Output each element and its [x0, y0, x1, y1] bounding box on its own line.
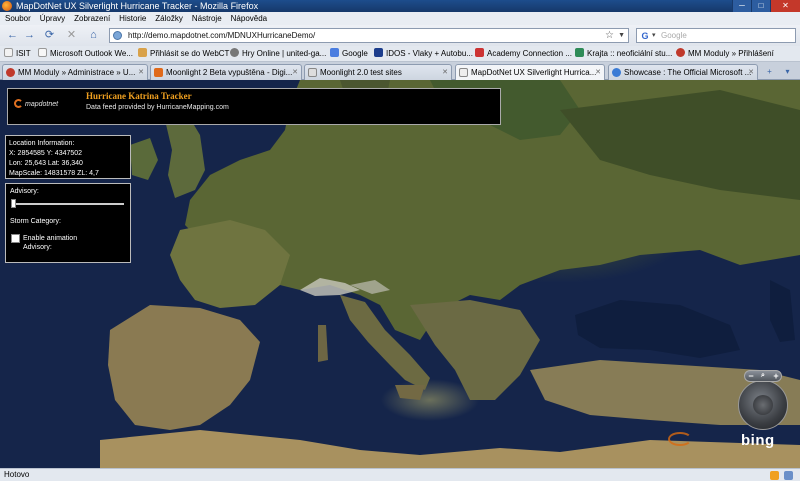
location-lonlat: Lon: 25,643 Lat: 36,340 — [9, 160, 83, 167]
menu-zobrazeni[interactable]: Zobrazení — [74, 12, 110, 25]
bookmark-favicon-icon — [475, 48, 484, 57]
tab-favicon-icon — [154, 68, 163, 77]
window-controls: ─ □ ✕ — [732, 0, 800, 12]
navigation-toolbar: ← → ⟳ ✕ ⌂ http://demo.mapdotnet.com/MDNU… — [0, 25, 800, 46]
reload-icon[interactable]: ⟳ — [42, 28, 57, 43]
back-icon[interactable]: ← — [5, 28, 20, 43]
menu-historie[interactable]: Historie — [119, 12, 146, 25]
window-titlebar: MapDotNet UX Silverlight Hurricane Track… — [0, 0, 800, 12]
bookmark-item[interactable]: Google — [330, 46, 368, 62]
bookmark-favicon-icon — [676, 48, 685, 57]
bookmark-favicon-icon — [575, 48, 584, 57]
app-subtitle: Data feed provided by HurricaneMapping.c… — [86, 104, 229, 111]
advisory-panel: Advisory: Storm Category: Enable animati… — [5, 183, 131, 263]
window-title: MapDotNet UX Silverlight Hurricane Track… — [16, 1, 259, 11]
map-navigation-control: − ⌕ + — [736, 370, 796, 430]
location-heading: Location Information: — [9, 140, 75, 147]
bookmark-favicon-icon — [138, 48, 147, 57]
tab-close-icon[interactable]: ✕ — [748, 65, 754, 80]
pan-center-button[interactable] — [753, 395, 773, 415]
location-info-panel: Location Information: X: 2854585 Y: 4347… — [5, 135, 131, 179]
tab-close-icon[interactable]: ✕ — [138, 65, 144, 80]
menu-upravy[interactable]: Úpravy — [40, 12, 65, 25]
bookmark-item[interactable]: Hry Online | united-ga... — [230, 46, 326, 62]
browser-tab[interactable]: Moonlight 2 Beta vypuštěna - Digi... ✕ — [150, 64, 302, 80]
bookmarks-toolbar: ISIT Microsoft Outlook We... Přihlásit s… — [0, 46, 800, 62]
addon-status-icon[interactable] — [770, 471, 779, 480]
map-viewport[interactable]: mapdotnet Hurricane Katrina Tracker Data… — [0, 80, 800, 468]
bing-watermark-icon — [668, 432, 692, 446]
browser-tab[interactable]: Showcase : The Official Microsoft ... ✕ — [608, 64, 758, 80]
forward-icon[interactable]: → — [22, 28, 37, 43]
bing-logo: bing — [741, 432, 775, 449]
status-bar: Hotovo — [0, 468, 800, 481]
bookmark-item[interactable]: Krajta :: neoficiální stu... — [575, 46, 672, 62]
tab-close-icon[interactable]: ✕ — [595, 65, 601, 80]
stop-icon[interactable]: ✕ — [64, 28, 79, 43]
tab-bar: MM Moduly » Administrace » U... ✕ Moonli… — [0, 62, 800, 81]
minimize-button[interactable]: ─ — [732, 0, 751, 12]
bookmark-item[interactable]: MM Moduly » Přihlášení — [676, 46, 774, 62]
enable-animation-checkbox[interactable] — [11, 234, 20, 243]
bookmark-favicon-icon — [4, 48, 13, 57]
browser-tab[interactable]: Moonlight 2.0 test sites ✕ — [304, 64, 452, 80]
bookmark-item[interactable]: Microsoft Outlook We... — [38, 46, 133, 62]
tab-favicon-icon — [459, 68, 468, 77]
address-bar[interactable]: http://demo.mapdotnet.com/MDNUXHurricane… — [109, 28, 629, 43]
app-header-panel: mapdotnet Hurricane Katrina Tracker Data… — [7, 88, 501, 125]
mapdotnet-logo: mapdotnet — [14, 99, 58, 108]
url-dropdown-icon[interactable]: ▼ — [618, 29, 625, 43]
bookmark-item[interactable]: Přihlásit se do WebCT — [138, 46, 229, 62]
tab-close-icon[interactable]: ✕ — [292, 65, 298, 80]
advisory-label-2: Advisory: — [23, 244, 52, 251]
connection-status-icon[interactable] — [784, 471, 793, 480]
tab-favicon-icon — [6, 68, 15, 77]
site-identity-icon[interactable] — [113, 31, 122, 40]
tab-list-icon[interactable]: ▾ — [781, 65, 794, 78]
advisory-label: Advisory: — [10, 188, 39, 195]
new-tab-icon[interactable]: + — [763, 65, 776, 78]
firefox-icon — [2, 1, 12, 11]
bookmark-star-icon[interactable]: ☆ — [605, 29, 614, 43]
tab-favicon-icon — [612, 68, 621, 77]
location-mapscale: MapScale: 14831578 ZL: 4,7 — [9, 170, 99, 177]
bookmark-item[interactable]: IDOS - Vlaky + Autobu... — [374, 46, 473, 62]
close-button[interactable]: ✕ — [770, 0, 800, 12]
browser-tab-active[interactable]: MapDotNet UX Silverlight Hurrica... ✕ — [455, 64, 605, 81]
mapdotnet-logo-icon — [14, 99, 23, 108]
enable-animation-label: Enable animation — [23, 235, 78, 242]
bookmark-favicon-icon — [38, 48, 47, 57]
menu-napoveda[interactable]: Nápověda — [231, 12, 267, 25]
zoom-bar: − ⌕ + — [744, 370, 782, 382]
location-xy: X: 2854585 Y: 4347502 — [9, 150, 83, 157]
menu-bar: Soubor Úpravy Zobrazení Historie Záložky… — [0, 12, 800, 25]
advisory-slider-thumb[interactable] — [11, 199, 16, 208]
search-input[interactable]: Google — [661, 29, 687, 43]
bookmark-item[interactable]: Academy Connection ... — [475, 46, 572, 62]
bookmark-item[interactable]: ISIT — [4, 46, 31, 62]
zoom-out-button[interactable]: − — [745, 370, 757, 382]
app-title: Hurricane Katrina Tracker — [86, 91, 192, 101]
status-text: Hotovo — [4, 470, 30, 479]
storm-category-label: Storm Category: — [10, 218, 61, 225]
search-bar[interactable]: G ▾ Google — [636, 28, 796, 43]
maximize-button[interactable]: □ — [751, 0, 770, 12]
home-icon[interactable]: ⌂ — [86, 28, 101, 43]
menu-nastroje[interactable]: Nástroje — [192, 12, 222, 25]
menu-zalozky[interactable]: Záložky — [155, 12, 183, 25]
search-engine-dropdown-icon[interactable]: ▾ — [652, 29, 656, 43]
bookmark-favicon-icon — [330, 48, 339, 57]
address-input[interactable]: http://demo.mapdotnet.com/MDNUXHurricane… — [128, 29, 315, 43]
google-search-engine-icon[interactable]: G — [639, 30, 651, 42]
menu-soubor[interactable]: Soubor — [5, 12, 31, 25]
bookmark-favicon-icon — [374, 48, 383, 57]
bookmark-favicon-icon — [230, 48, 239, 57]
tab-close-icon[interactable]: ✕ — [442, 65, 448, 80]
browser-tab[interactable]: MM Moduly » Administrace » U... ✕ — [2, 64, 148, 80]
zoom-in-button[interactable]: + — [770, 370, 782, 382]
tab-favicon-icon — [308, 68, 317, 77]
search-icon[interactable]: ⌕ — [757, 370, 769, 382]
advisory-slider[interactable] — [12, 203, 124, 205]
